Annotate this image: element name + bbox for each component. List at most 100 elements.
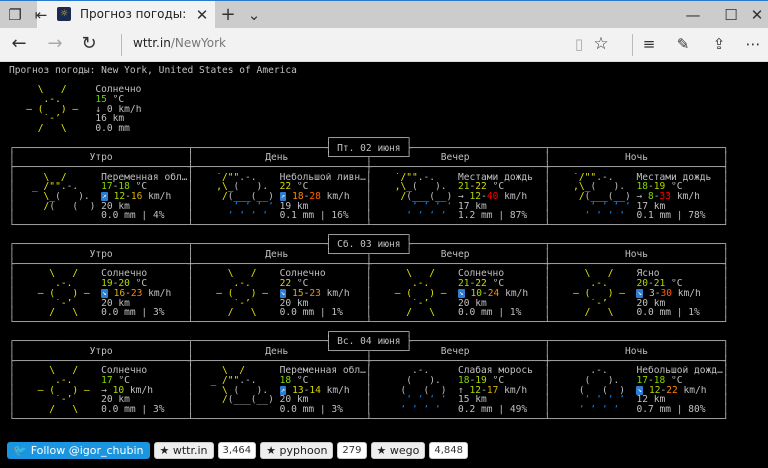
icon-part: ― ( ) ― (204, 288, 280, 299)
icon-part: `-’ (383, 298, 459, 309)
temperature-value: 22 (279, 279, 292, 289)
star-count[interactable]: 3,464 (217, 442, 257, 459)
refresh-icon[interactable]: ↻ (78, 34, 100, 54)
wind-direction-icon: ↗ (101, 192, 108, 202)
patchy-rain-icon: ‘ ‘ ‘ ‘ (383, 202, 458, 212)
tab-bar: ❐ ⇤ ☼ Прогноз погоды: New ' ✕ + ⌄ — ☐ ✕ (0, 0, 768, 29)
wind-speed-value: 14 (309, 385, 321, 396)
close-window-icon[interactable]: ✕ (746, 5, 768, 25)
twitter-follow-button[interactable]: 🐦 Follow @igor_chubin (7, 442, 150, 459)
icon-part: ( ). (561, 376, 637, 386)
tab-active[interactable]: ☼ Прогноз погоды: New ' ✕ (37, 1, 215, 29)
temp-unit: °C (671, 376, 683, 386)
wind-unit: km/h (118, 104, 142, 115)
hub-icon[interactable]: ≡ (638, 34, 660, 54)
sunny-icon: ― ( ) ― (205, 289, 280, 299)
github-star-button[interactable]: ★ pyphoon (260, 442, 334, 459)
patchy-rain-icon: _`/"".-. (562, 173, 637, 183)
icon-part: ‘ ‘ ‘ ‘ (561, 395, 637, 406)
star-icon[interactable]: ☆ (590, 34, 612, 54)
forecast-line: 12 km (636, 395, 722, 405)
visibility: 20 km (101, 395, 130, 406)
star-count[interactable]: 4,848 (429, 442, 468, 459)
repo-name: pyphoon (279, 444, 328, 457)
star-count[interactable]: 279 (337, 442, 367, 459)
icon-part: (___(__) (584, 191, 637, 202)
share-icon[interactable]: ⇪ (708, 34, 730, 54)
icon-part: .-. (383, 366, 459, 376)
star-icon: ★ (159, 444, 173, 457)
favicon-icon: ☼ (57, 7, 71, 21)
forecast-line: Ясно (636, 269, 722, 279)
github-star-button[interactable]: ★ wttr.in (153, 442, 214, 459)
light-rain-icon: ( ). (562, 376, 637, 386)
temperature-value: 21 (458, 182, 470, 192)
icon-part: .-. (596, 172, 637, 183)
github-star-button[interactable]: ★ wego (370, 442, 426, 459)
icon-part: \ / (204, 366, 280, 376)
current-line: 15 °C (95, 95, 210, 105)
wind-speed-value: 30 (660, 288, 673, 299)
visibility: 12 km (636, 395, 666, 406)
icon-part: ‘ ‘ ‘ ‘ (383, 201, 459, 212)
sunny-icon: \ / (562, 269, 637, 279)
forecast-line: Солнечно (101, 269, 187, 279)
sunny-icon: .-. (383, 279, 458, 289)
sunny-icon: \ / (383, 269, 458, 279)
wind-speed-value: 15 (292, 288, 304, 299)
temperature-value: 18 (279, 376, 292, 386)
temperature-value: 22 (475, 279, 487, 289)
tab-title: Прогноз погоды: New ' (80, 7, 190, 21)
forecast-line: Переменная обл… (280, 366, 366, 376)
patchy-rain-icon: _`/"".-. (205, 173, 280, 183)
temperature-value: 21 (653, 279, 666, 289)
icon-part: `-’ (561, 298, 637, 309)
icon-part: ,\_ (204, 182, 234, 192)
star-icon: ★ (266, 444, 280, 457)
tab-manager-icon[interactable]: ❐ (4, 5, 26, 25)
new-tab-icon[interactable]: + (217, 5, 239, 25)
url-field[interactable]: wttr.in/NewYork (133, 36, 226, 50)
light-rain-icon: (___(__) (562, 386, 637, 396)
temp-unit: °C (118, 376, 130, 386)
forecast-line: Переменная обл… (101, 173, 187, 183)
more-icon[interactable]: ⋯ (742, 34, 764, 54)
patchy-rain-icon: /(___(__) (562, 192, 637, 202)
condition-text: Солнечно (101, 269, 148, 280)
minimize-icon[interactable]: — (682, 5, 704, 25)
table-border: ┌──────────────────────────────┬────────… (9, 239, 332, 251)
icon-part: .-. (26, 376, 102, 386)
maximize-icon[interactable]: ☐ (720, 5, 742, 25)
wind-unit: km/h (683, 385, 707, 396)
reading-view-icon[interactable]: ▯ (568, 34, 590, 54)
icon-part: \ / (26, 172, 102, 183)
forecast-line: ↘ 16-23 km/h (101, 289, 187, 299)
forecast-line: 17-18 °C (636, 376, 722, 386)
forecast-line: 18-19 °C (636, 182, 722, 192)
forecast-line: Местами дождь (636, 173, 722, 183)
footer: 🐦 Follow @igor_chubin ★ wttr.in 3,464 ★ p… (7, 442, 468, 459)
light-drizzle-icon: ( ). (383, 376, 458, 386)
forecast-line: ↘ 15-23 km/h (279, 288, 366, 299)
set-aside-tabs-icon[interactable]: ⇤ (30, 5, 52, 25)
chevron-down-icon[interactable]: ⌄ (243, 5, 265, 25)
icon-part: ,\_ (383, 182, 412, 192)
patchy-rain-icon: ,\_( ). (383, 182, 458, 192)
icon-part: `-’ (26, 298, 102, 309)
patchy-rain-icon: ‘ ‘ ‘ ‘ (205, 202, 280, 212)
wind-speed-value: 23 (130, 288, 143, 299)
table-border: ┌──────────────────────────────┬────────… (9, 142, 332, 154)
pen-icon[interactable]: ✎ (672, 34, 694, 54)
sunny-icon: `-’ (15, 114, 90, 124)
forecast-line: 20 km (101, 299, 187, 309)
wind-speed-value: 12 (469, 385, 482, 396)
icon-part: / (561, 191, 585, 202)
forecast-line: ↘ 10-24 km/h (458, 289, 544, 299)
forward-icon[interactable]: → (44, 34, 66, 54)
wind-speed-value: 12 (113, 191, 126, 202)
temperature-value: 20 (636, 279, 648, 289)
wind-speed-value: 40 (486, 191, 499, 202)
visibility: 15 km (458, 395, 487, 406)
back-icon[interactable]: ← (8, 34, 30, 54)
close-tab-icon[interactable]: ✕ (191, 5, 213, 25)
